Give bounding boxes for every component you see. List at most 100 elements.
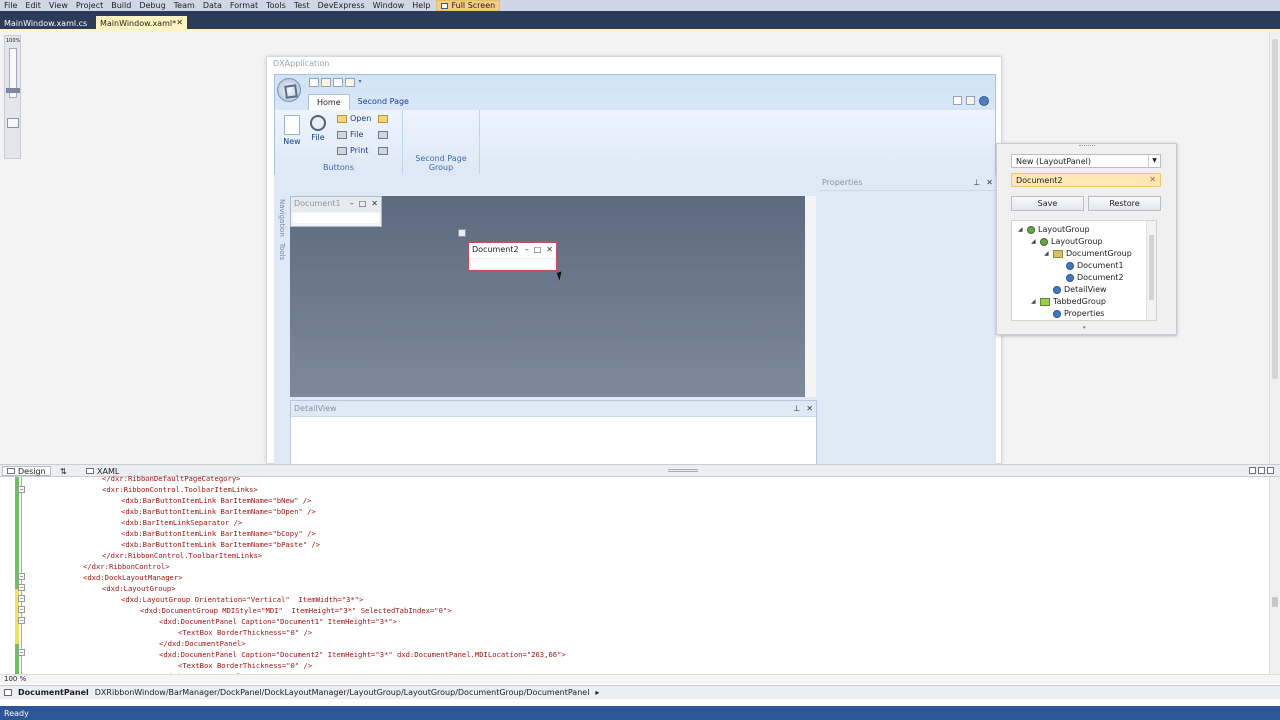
tree-node[interactable]: Properties xyxy=(1053,309,1104,318)
file-button[interactable]: File xyxy=(307,115,329,142)
paste-icon[interactable] xyxy=(345,78,355,87)
menu-view[interactable]: View xyxy=(45,1,72,10)
qat-customize-icon[interactable]: ▾ xyxy=(357,78,363,89)
designer-vertical-scrollbar[interactable] xyxy=(1269,31,1280,464)
tree-scrollbar[interactable] xyxy=(1146,221,1156,320)
tree-node[interactable]: ◢ TabbedGroup xyxy=(1031,297,1106,306)
collapse-icon[interactable]: − xyxy=(18,573,25,580)
menu-tools[interactable]: Tools xyxy=(262,1,290,10)
tree-node[interactable]: Document1 xyxy=(1066,261,1124,270)
document2-textbox[interactable] xyxy=(471,259,554,269)
drag-grip[interactable] xyxy=(1079,145,1095,148)
help-icon[interactable] xyxy=(979,96,989,106)
chevron-down-icon[interactable]: ▼ xyxy=(1148,155,1160,167)
open-folder-button[interactable] xyxy=(378,112,388,125)
open-folder-icon[interactable] xyxy=(321,78,331,87)
breadcrumb-arrow-icon[interactable]: ▸ xyxy=(595,688,599,697)
tree-node[interactable]: DetailView xyxy=(1053,285,1107,294)
collapse-pane-icon[interactable] xyxy=(1267,467,1274,474)
maximize-icon[interactable]: □ xyxy=(534,245,542,256)
restore-button[interactable]: Restore xyxy=(1088,196,1161,211)
collapse-icon[interactable]: − xyxy=(18,649,25,656)
close-icon[interactable]: ✕ xyxy=(371,199,378,210)
more-chevron-icon[interactable]: ▾ xyxy=(1083,325,1086,331)
search-button[interactable] xyxy=(378,128,388,141)
save-button[interactable]: Save xyxy=(1011,196,1084,211)
tab-home[interactable]: Home xyxy=(308,94,350,110)
menu-edit[interactable]: Edit xyxy=(21,1,45,10)
open-button[interactable]: Open xyxy=(337,112,371,125)
print-small-button[interactable] xyxy=(378,144,388,157)
new-document-icon[interactable] xyxy=(309,78,319,87)
horizontal-split-icon[interactable] xyxy=(1258,467,1265,474)
code-vertical-scrollbar[interactable] xyxy=(1269,477,1280,674)
file-dropdown-button[interactable]: File xyxy=(337,128,363,141)
menu-project[interactable]: Project xyxy=(72,1,107,10)
full-screen-button[interactable]: Full Screen xyxy=(436,0,501,11)
menu-data[interactable]: Data xyxy=(199,1,226,10)
collapse-icon[interactable]: − xyxy=(18,584,25,591)
menu-build[interactable]: Build xyxy=(107,1,135,10)
maximize-icon[interactable]: □ xyxy=(359,199,367,210)
menu-team[interactable]: Team xyxy=(170,1,199,10)
navigation-tab[interactable]: Navigation xyxy=(278,199,286,237)
tree-node[interactable]: Document2 xyxy=(1066,273,1124,282)
close-icon[interactable]: ✕ xyxy=(806,404,813,413)
document1-window[interactable]: Document1 – □ ✕ xyxy=(290,196,382,227)
new-button[interactable]: New xyxy=(281,115,303,146)
collapse-icon[interactable]: − xyxy=(18,617,25,624)
selection-handle[interactable] xyxy=(458,229,466,237)
expand-icon[interactable]: ◢ xyxy=(1044,250,1050,257)
collapse-icon[interactable]: − xyxy=(18,606,25,613)
expand-icon[interactable]: ◢ xyxy=(1018,226,1024,233)
menu-window[interactable]: Window xyxy=(369,1,409,10)
selected-item-box[interactable]: Document2 ✕ xyxy=(1011,173,1161,187)
open-folder-icon[interactable] xyxy=(966,96,975,105)
tab-second-page[interactable]: Second Page xyxy=(350,94,417,110)
scrollbar-thumb[interactable] xyxy=(1272,39,1278,379)
editor-zoom-value[interactable]: 100 % xyxy=(4,675,26,683)
document-outline-icon[interactable] xyxy=(4,689,12,696)
splitter-grip[interactable] xyxy=(668,469,698,472)
copy-icon[interactable] xyxy=(333,78,343,87)
menu-test[interactable]: Test xyxy=(290,1,314,10)
tools-tab[interactable]: Tools xyxy=(278,243,286,260)
expand-icon[interactable]: ◢ xyxy=(1031,238,1037,245)
new-document-icon[interactable] xyxy=(953,96,962,105)
menu-debug[interactable]: Debug xyxy=(135,1,169,10)
print-button[interactable]: Print xyxy=(337,144,368,157)
expand-icon[interactable]: ◢ xyxy=(1031,298,1037,305)
tree-node[interactable]: ◢ LayoutGroup xyxy=(1031,237,1103,246)
clear-icon[interactable]: ✕ xyxy=(1149,175,1156,184)
tree-node[interactable]: ◢ DocumentGroup xyxy=(1044,249,1132,258)
xaml-code-editor[interactable]: − − − − − − − </dxr:RibbonDefaultPageCat… xyxy=(0,474,1280,681)
scrollbar-thumb[interactable] xyxy=(1149,235,1154,300)
pin-icon[interactable]: ⊥ xyxy=(793,404,800,413)
breadcrumb-current[interactable]: DocumentPanel xyxy=(18,688,89,697)
close-icon[interactable]: ✕ xyxy=(986,178,993,187)
detailview-panel[interactable]: DetailView ⊥ ✕ xyxy=(290,400,817,465)
menu-file[interactable]: File xyxy=(0,1,21,10)
breadcrumb-path[interactable]: DXRibbonWindow/BarManager/DockPanel/Dock… xyxy=(95,688,590,697)
menu-devexpress[interactable]: DevExpress xyxy=(314,1,369,10)
dx-application-window[interactable]: DXApplication ▾ Home Second Page New Fil… xyxy=(266,56,1002,465)
application-menu-button[interactable] xyxy=(277,78,301,102)
layout-customization-window[interactable]: New (LayoutPanel) ▼ Document2 ✕ Save Res… xyxy=(996,143,1177,335)
new-item-combo[interactable]: New (LayoutPanel) ▼ xyxy=(1011,154,1161,168)
zoom-slider-thumb[interactable] xyxy=(6,88,20,93)
scrollbar-thumb[interactable] xyxy=(1272,597,1278,607)
mdi-document-group[interactable]: Document1 – □ ✕ Document2 – □ ✕ xyxy=(290,196,816,397)
zoom-fit-icon[interactable] xyxy=(7,118,19,128)
mdi-scrollbar[interactable] xyxy=(805,196,816,397)
pin-icon[interactable]: ⊥ xyxy=(973,178,980,187)
vertical-split-icon[interactable] xyxy=(1249,467,1256,474)
properties-panel[interactable]: Properties ⊥ ✕ xyxy=(819,175,996,465)
menu-format[interactable]: Format xyxy=(226,1,262,10)
minimize-icon[interactable]: – xyxy=(350,199,354,210)
document2-window[interactable]: Document2 – □ ✕ xyxy=(467,241,558,272)
tab-close-icon[interactable]: ✕ xyxy=(176,18,183,27)
close-icon[interactable]: ✕ xyxy=(546,245,553,256)
document1-textbox[interactable] xyxy=(293,213,379,223)
collapse-icon[interactable]: − xyxy=(18,595,25,602)
menu-help[interactable]: Help xyxy=(408,1,434,10)
